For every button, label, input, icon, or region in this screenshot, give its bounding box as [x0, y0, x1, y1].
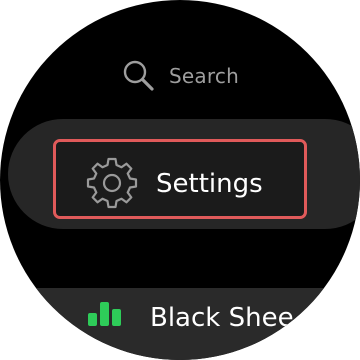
audio-bars-icon — [88, 302, 121, 326]
now-playing-title: Black Shee — [150, 303, 294, 333]
search-icon — [123, 60, 154, 91]
watch-screen: Search Settings Black Shee — [0, 0, 360, 360]
settings-label: Settings — [156, 169, 263, 199]
search-item[interactable]: Search — [0, 56, 360, 96]
gear-icon — [86, 157, 138, 209]
search-label: Search — [169, 64, 239, 88]
